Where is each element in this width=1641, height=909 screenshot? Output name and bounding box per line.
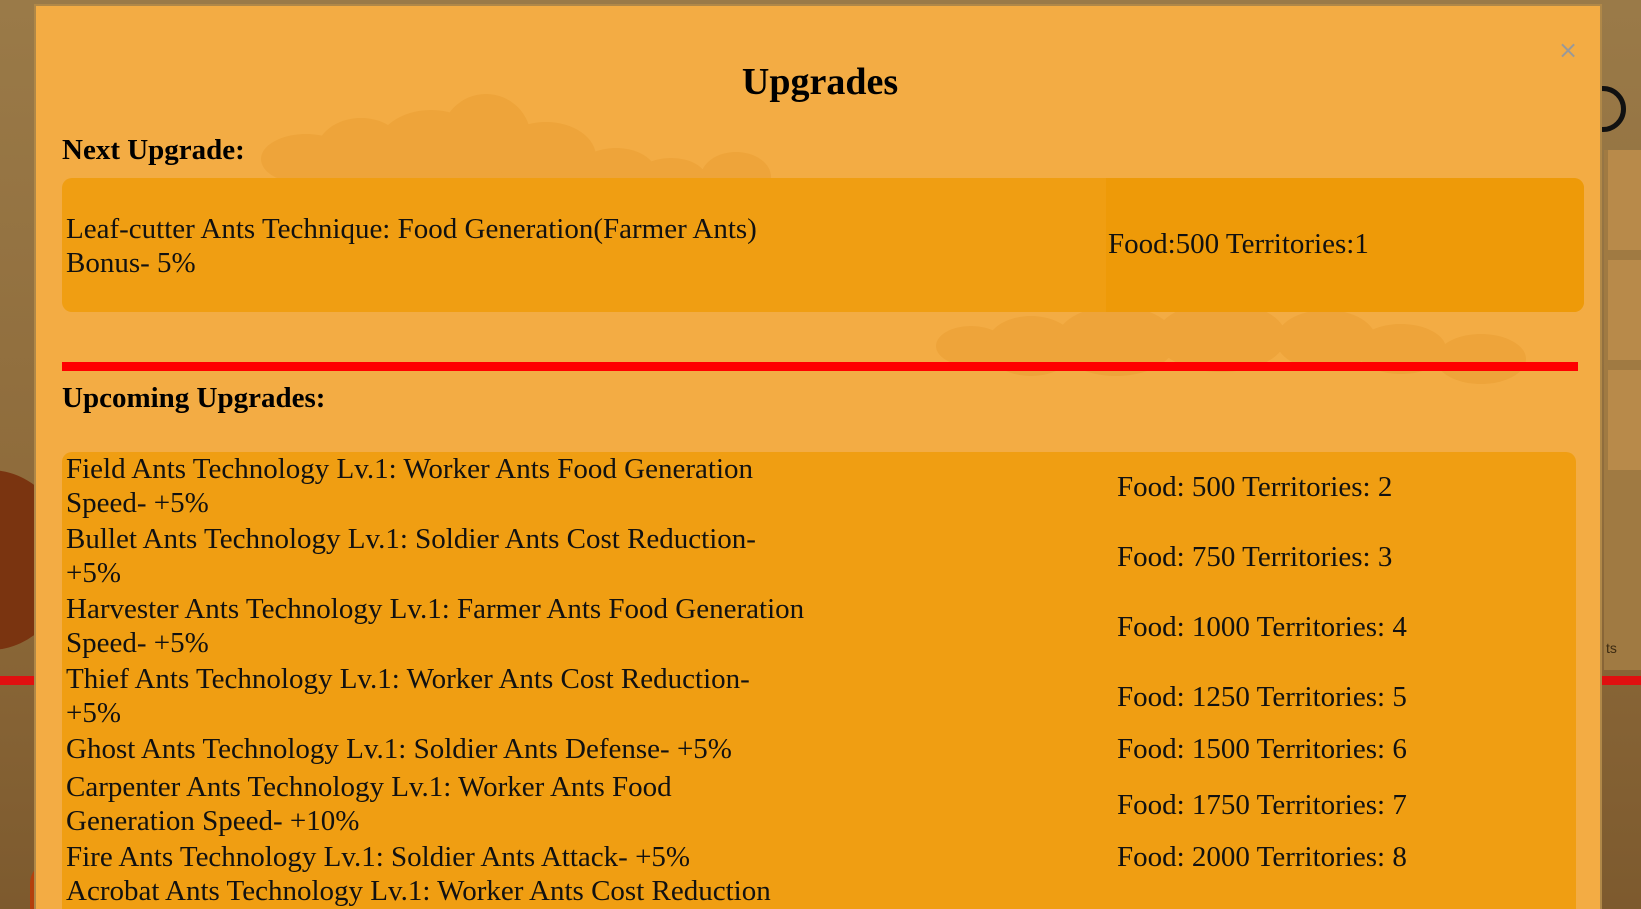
upgrade-description: Thief Ants Technology Lv.1: Worker Ants … [66, 663, 750, 729]
upgrade-description: Carpenter Ants Technology Lv.1: Worker A… [66, 771, 672, 837]
upgrade-description: Acrobat Ants Technology Lv.1: Worker Ant… [66, 875, 771, 907]
background-panel-box [1608, 260, 1641, 360]
upgrade-description: Harvester Ants Technology Lv.1: Farmer A… [66, 593, 805, 659]
background-panel-box [1608, 370, 1641, 470]
upgrade-cost: Food: 1000 Territories: 4 [1117, 611, 1407, 643]
background-panel-box [1608, 150, 1641, 250]
upgrade-cost: Food: 500 Territories: 2 [1117, 471, 1393, 503]
upgrades-modal: × Upgrades Next Upgrade: Leaf-cutter Ant… [34, 4, 1602, 909]
upgrade-cost: Food: 1250 Territories: 5 [1117, 681, 1407, 713]
decorative-cloud [1436, 334, 1526, 384]
upgrade-cost: Food: 1750 Territories: 7 [1117, 789, 1407, 821]
upgrade-description: Bullet Ants Technology Lv.1: Soldier Ant… [66, 523, 756, 589]
upgrade-description: Fire Ants Technology Lv.1: Soldier Ants … [66, 841, 691, 873]
upcoming-upgrades-heading: Upcoming Upgrades: [62, 382, 326, 414]
upgrade-cost: Food: 2000 Territories: 8 [1117, 841, 1407, 873]
modal-title: Upgrades [741, 61, 899, 103]
next-upgrade-cost-cell[interactable]: Food:500 Territories:1 [1106, 178, 1584, 312]
next-upgrade-description: Leaf-cutter Ants Technique: Food Generat… [66, 213, 757, 279]
upgrade-cost: Food: 1500 Territories: 6 [1117, 733, 1407, 765]
next-upgrade-heading: Next Upgrade: [62, 134, 245, 166]
section-divider [62, 362, 1578, 371]
background-side-text: ts [1606, 640, 1617, 656]
background-side-panel [1604, 150, 1641, 670]
upcoming-upgrades-list: Field Ants Technology Lv.1: Worker Ants … [62, 452, 1576, 909]
upgrade-cost: Food: 750 Territories: 3 [1117, 541, 1393, 573]
background-red-line [0, 676, 36, 685]
next-upgrade-card[interactable]: Leaf-cutter Ants Technique: Food Generat… [62, 178, 1584, 312]
upgrade-description: Field Ants Technology Lv.1: Worker Ants … [66, 453, 754, 519]
next-upgrade-cost: Food:500 Territories:1 [1108, 228, 1369, 260]
background-red-line [1602, 676, 1641, 685]
upgrade-description: Ghost Ants Technology Lv.1: Soldier Ants… [66, 733, 732, 765]
